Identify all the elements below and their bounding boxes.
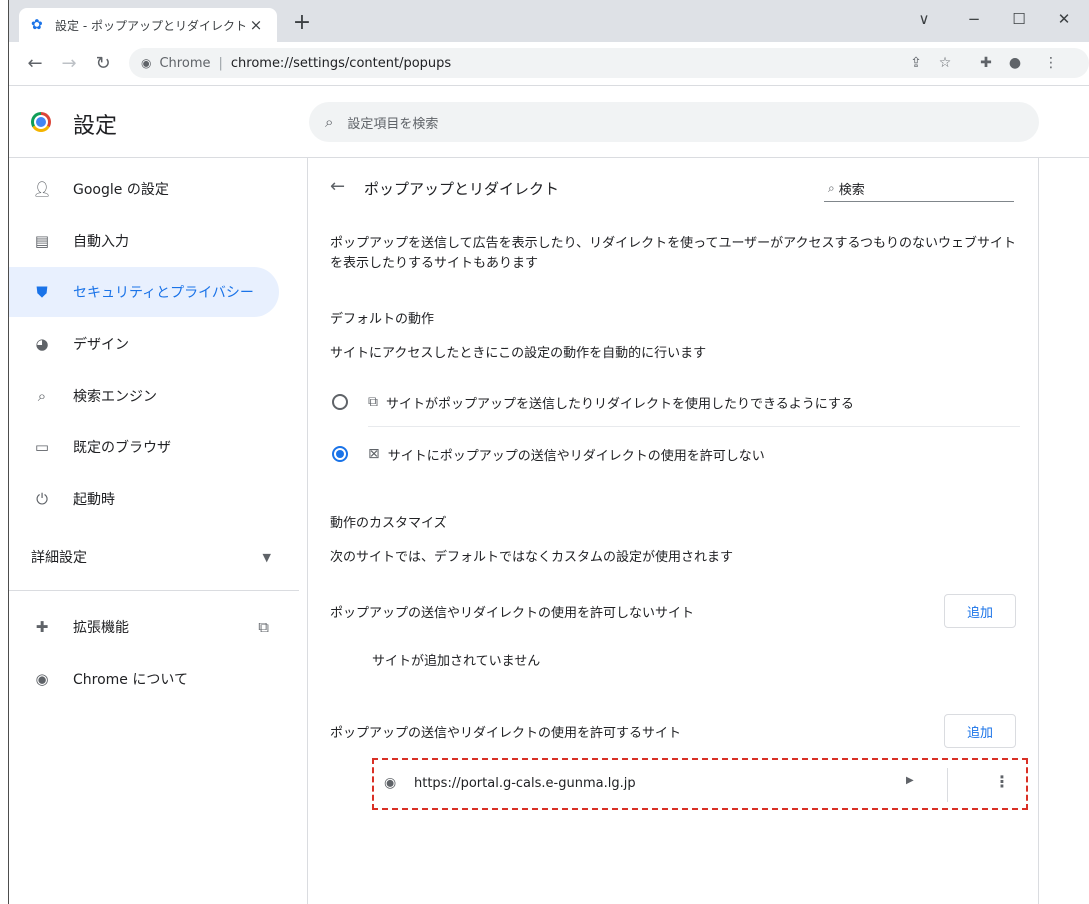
add-blocked-site-button[interactable]: 追加	[944, 594, 1016, 628]
sidebar-item-startup[interactable]: ⏻ 起動時	[9, 474, 279, 524]
power-icon: ⏻	[36, 490, 48, 508]
page-title: 設定	[73, 114, 118, 139]
sidebar-advanced-label: 詳細設定	[31, 550, 87, 566]
new-tab-button[interactable]: +	[289, 10, 315, 36]
shield-icon: ⛊	[36, 283, 48, 301]
toolbar: ← → ↻ ◉ Chrome | chrome://settings/conte…	[9, 42, 1089, 86]
gear-icon: ✿	[31, 17, 43, 33]
radio-button[interactable]	[332, 394, 348, 410]
url-separator: |	[218, 55, 223, 71]
block-list-title: ポップアップの送信やリダイレクトの使用を許可しないサイト	[330, 606, 695, 621]
arrow-right-icon[interactable]: ▶	[906, 775, 914, 786]
row-separator	[947, 768, 948, 802]
subpage-search-placeholder: 検索	[838, 183, 865, 198]
subpage-title: ポップアップとリダイレクト	[364, 180, 560, 198]
open-in-new-icon: ⧉	[368, 394, 378, 410]
palette-icon: ◕	[35, 335, 49, 353]
search-placeholder: 設定項目を検索	[347, 116, 439, 132]
page-description: ポップアップを送信して広告を表示したり、リダイレクトを使ってユーザーがアクセスす…	[330, 236, 1017, 271]
person-icon: 👤︎	[32, 180, 52, 198]
subpage-search-input[interactable]: ⌕ 検索	[824, 176, 1014, 202]
browser-icon: ▭	[34, 438, 50, 456]
block-list-empty: サイトが追加されていません	[372, 654, 541, 669]
radio-button-checked[interactable]	[332, 446, 348, 462]
section-desc-customize: 次のサイトでは、デフォルトではなくカスタムの設定が使用されます	[330, 550, 734, 565]
radio-block-popups[interactable]: ⊠ サイトにポップアップの送信やリダイレクトの使用を許可しない	[330, 430, 1020, 478]
sidebar-item-label: 起動時	[73, 492, 115, 508]
extensions-icon[interactable]: ✚	[974, 48, 998, 78]
add-allowed-site-button[interactable]: 追加	[944, 714, 1016, 748]
sidebar-item-security[interactable]: ⛊ セキュリティとプライバシー	[9, 267, 279, 317]
allow-list-title: ポップアップの送信やリダイレクトの使用を許可するサイト	[330, 726, 682, 741]
back-arrow-icon[interactable]: ←	[330, 176, 345, 197]
section-title-customize: 動作のカスタマイズ	[330, 516, 447, 531]
sidebar-advanced-toggle[interactable]: 詳細設定 ▼	[31, 542, 271, 572]
radio-allow-popups[interactable]: ⧉ サイトがポップアップを送信したりリダイレクトを使用したりできるようにする	[330, 378, 1020, 426]
menu-icon[interactable]: ⋮	[1039, 48, 1063, 78]
chrome-logo-icon	[31, 112, 51, 132]
sidebar-item-search-engine[interactable]: ⌕ 検索エンジン	[9, 371, 279, 421]
sidebar-item-label: 既定のブラウザ	[73, 440, 171, 456]
share-icon[interactable]: ⇪	[904, 48, 928, 78]
caret-down-icon: ▼	[262, 550, 271, 564]
address-bar[interactable]: ◉ Chrome | chrome://settings/content/pop…	[129, 48, 1089, 78]
close-window-button[interactable]: ✕	[1044, 6, 1084, 32]
sidebar-divider	[9, 590, 299, 591]
clipboard-icon: ▤	[34, 232, 50, 250]
tab-close-button[interactable]: ×	[247, 16, 265, 34]
tab-settings[interactable]: ✿ 設定 - ポップアップとリダイレクト ×	[19, 8, 277, 42]
sidebar-item-label: セキュリティとプライバシー	[73, 285, 254, 301]
url-text: chrome://settings/content/popups	[230, 55, 452, 71]
tab-search-button[interactable]: ∨	[904, 6, 944, 32]
sidebar-item-design[interactable]: ◕ デザイン	[9, 319, 279, 369]
search-icon: ⌕	[828, 181, 835, 195]
tab-strip: ✿ 設定 - ポップアップとリダイレクト × + ∨ − ☐ ✕	[9, 0, 1089, 42]
sidebar-item-label: 拡張機能	[73, 620, 129, 636]
more-vert-icon[interactable]: ⋮	[994, 772, 1010, 791]
forward-button[interactable]: →	[55, 50, 83, 78]
profile-avatar[interactable]: ●	[1003, 48, 1027, 78]
sidebar: 👤︎ Google の設定 ▤ 自動入力 ⛊ セキュリティとプライバシー ◕ デ…	[9, 158, 299, 904]
sidebar-item-extensions[interactable]: ✚ 拡張機能 ⧉	[9, 602, 279, 652]
chrome-icon: ◉	[141, 56, 152, 70]
reload-button[interactable]: ↻	[89, 50, 117, 78]
maximize-button[interactable]: ☐	[999, 6, 1039, 32]
sidebar-item-default-browser[interactable]: ▭ 既定のブラウザ	[9, 422, 279, 472]
tab-title: 設定 - ポップアップとリダイレクト	[55, 18, 247, 33]
section-title-default: デフォルトの動作	[330, 312, 435, 327]
search-icon: ⌕	[325, 113, 334, 131]
open-in-new-icon: ⧉	[258, 618, 269, 636]
section-desc-default: サイトにアクセスしたときにこの設定の動作を自動的に行います	[330, 346, 707, 361]
sidebar-item-autofill[interactable]: ▤ 自動入力	[9, 216, 279, 266]
sidebar-item-label: Google の設定	[73, 182, 169, 198]
site-label: Chrome	[159, 55, 211, 71]
browser-window: ✿ 設定 - ポップアップとリダイレクト × + ∨ − ☐ ✕ ← → ↻ ◉…	[8, 0, 1089, 904]
sidebar-item-label: Chrome について	[73, 672, 188, 688]
sidebar-item-label: デザイン	[73, 337, 129, 353]
bookmark-star-icon[interactable]: ☆	[933, 48, 957, 78]
puzzle-icon: ✚	[35, 618, 49, 636]
row-divider	[368, 426, 1020, 427]
globe-icon: ◉	[384, 775, 397, 791]
back-button[interactable]: ←	[21, 50, 49, 78]
subpage-header: ← ポップアップとリダイレクト ⌕ 検索	[308, 168, 1040, 208]
site-url: https://portal.g-cals.e-gunma.lg.jp	[414, 776, 636, 791]
settings-card: ← ポップアップとリダイレクト ⌕ 検索 ポップアップを送信して広告を表示したり…	[307, 158, 1039, 904]
radio-label: サイトにポップアップの送信やリダイレクトの使用を許可しない	[387, 448, 765, 464]
list-item[interactable]: ◉ https://portal.g-cals.e-gunma.lg.jp ▶ …	[372, 758, 1028, 810]
sidebar-item-label: 検索エンジン	[73, 389, 157, 405]
minimize-button[interactable]: −	[954, 6, 994, 32]
settings-header: 設定 ⌕ 設定項目を検索	[9, 86, 1089, 158]
search-icon: ⌕	[37, 387, 47, 405]
radio-label: サイトがポップアップを送信したりリダイレクトを使用したりできるようにする	[386, 396, 854, 412]
settings-search-input[interactable]: ⌕ 設定項目を検索	[309, 102, 1039, 142]
sidebar-item-label: 自動入力	[73, 234, 129, 250]
popup-blocked-icon: ⊠	[368, 446, 380, 462]
sidebar-item-google[interactable]: 👤︎ Google の設定	[9, 164, 279, 214]
sidebar-item-about-chrome[interactable]: ◉ Chrome について	[9, 654, 279, 704]
chrome-icon: ◉	[35, 670, 49, 688]
